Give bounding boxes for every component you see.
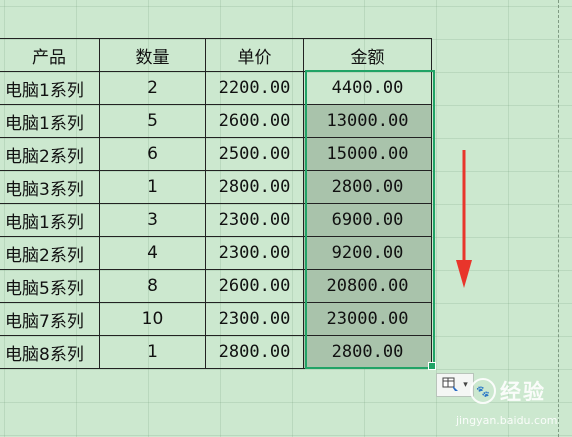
header-amount[interactable]: 金额 bbox=[303, 38, 432, 72]
chevron-down-icon: ▾ bbox=[463, 380, 468, 390]
table-row: 电脑7系列 10 2300.00 23000.00 bbox=[0, 302, 432, 336]
cell-quantity[interactable]: 3 bbox=[99, 203, 206, 237]
cell-quantity[interactable]: 1 bbox=[99, 170, 206, 204]
table-row: 电脑5系列 8 2600.00 20800.00 bbox=[0, 269, 432, 303]
watermark: 🐾 经验 bbox=[470, 376, 546, 406]
cell-price[interactable]: 2800.00 bbox=[205, 170, 304, 204]
table-row: 电脑2系列 6 2500.00 15000.00 bbox=[0, 137, 432, 171]
quick-analysis-icon bbox=[442, 377, 459, 391]
cell-amount[interactable]: 9200.00 bbox=[303, 236, 432, 270]
arrow-head bbox=[456, 260, 472, 288]
watermark-url: jingyan.baidu.com bbox=[456, 414, 558, 427]
cell-product[interactable]: 电脑3系列 bbox=[0, 170, 100, 204]
page-break-line bbox=[558, 0, 559, 437]
cell-product[interactable]: 电脑7系列 bbox=[0, 302, 100, 336]
header-product[interactable]: 产品 bbox=[0, 38, 100, 72]
cell-quantity[interactable]: 10 bbox=[99, 302, 206, 336]
cell-quantity[interactable]: 1 bbox=[99, 335, 206, 369]
cell-price[interactable]: 2200.00 bbox=[205, 71, 304, 105]
table-row: 电脑2系列 4 2300.00 9200.00 bbox=[0, 236, 432, 270]
cell-amount[interactable]: 23000.00 bbox=[303, 302, 432, 336]
cell-product[interactable]: 电脑5系列 bbox=[0, 269, 100, 303]
table-row: 电脑8系列 1 2800.00 2800.00 bbox=[0, 335, 432, 369]
cell-amount[interactable]: 20800.00 bbox=[303, 269, 432, 303]
cell-amount[interactable]: 2800.00 bbox=[303, 335, 432, 369]
cell-amount[interactable]: 6900.00 bbox=[303, 203, 432, 237]
paw-logo-icon: 🐾 bbox=[470, 378, 496, 404]
cell-price[interactable]: 2800.00 bbox=[205, 335, 304, 369]
table-row: 电脑1系列 5 2600.00 13000.00 bbox=[0, 104, 432, 138]
cell-product[interactable]: 电脑1系列 bbox=[0, 203, 100, 237]
cell-product[interactable]: 电脑8系列 bbox=[0, 335, 100, 369]
header-row: 产品 数量 单价 金额 bbox=[0, 38, 432, 72]
cell-amount[interactable]: 13000.00 bbox=[303, 104, 432, 138]
cell-quantity[interactable]: 6 bbox=[99, 137, 206, 171]
table-row: 电脑1系列 2 2200.00 4400.00 bbox=[0, 71, 432, 105]
cell-product[interactable]: 电脑2系列 bbox=[0, 137, 100, 171]
fill-handle[interactable] bbox=[428, 362, 436, 370]
table-row: 电脑1系列 3 2300.00 6900.00 bbox=[0, 203, 432, 237]
header-price[interactable]: 单价 bbox=[205, 38, 304, 72]
cell-price[interactable]: 2300.00 bbox=[205, 236, 304, 270]
cell-quantity[interactable]: 8 bbox=[99, 269, 206, 303]
header-quantity[interactable]: 数量 bbox=[99, 38, 206, 72]
cell-price[interactable]: 2500.00 bbox=[205, 137, 304, 171]
cell-price[interactable]: 2600.00 bbox=[205, 104, 304, 138]
cell-amount[interactable]: 2800.00 bbox=[303, 170, 432, 204]
table-row: 电脑3系列 1 2800.00 2800.00 bbox=[0, 170, 432, 204]
cell-quantity[interactable]: 4 bbox=[99, 236, 206, 270]
cell-price[interactable]: 2300.00 bbox=[205, 203, 304, 237]
down-arrow-annotation bbox=[456, 150, 472, 288]
cell-price[interactable]: 2300.00 bbox=[205, 302, 304, 336]
quick-analysis-button[interactable]: ▾ bbox=[436, 373, 474, 397]
cell-product[interactable]: 电脑1系列 bbox=[0, 71, 100, 105]
watermark-name: 经验 bbox=[500, 380, 546, 404]
cell-product[interactable]: 电脑2系列 bbox=[0, 236, 100, 270]
cell-amount[interactable]: 15000.00 bbox=[303, 137, 432, 171]
cell-quantity[interactable]: 2 bbox=[99, 71, 206, 105]
cell-price[interactable]: 2600.00 bbox=[205, 269, 304, 303]
cell-quantity[interactable]: 5 bbox=[99, 104, 206, 138]
cell-product[interactable]: 电脑1系列 bbox=[0, 104, 100, 138]
cell-amount[interactable]: 4400.00 bbox=[303, 71, 432, 105]
data-table: 产品 数量 单价 金额 电脑1系列 2 2200.00 4400.00 电脑1系列 5 26… bbox=[0, 38, 432, 369]
